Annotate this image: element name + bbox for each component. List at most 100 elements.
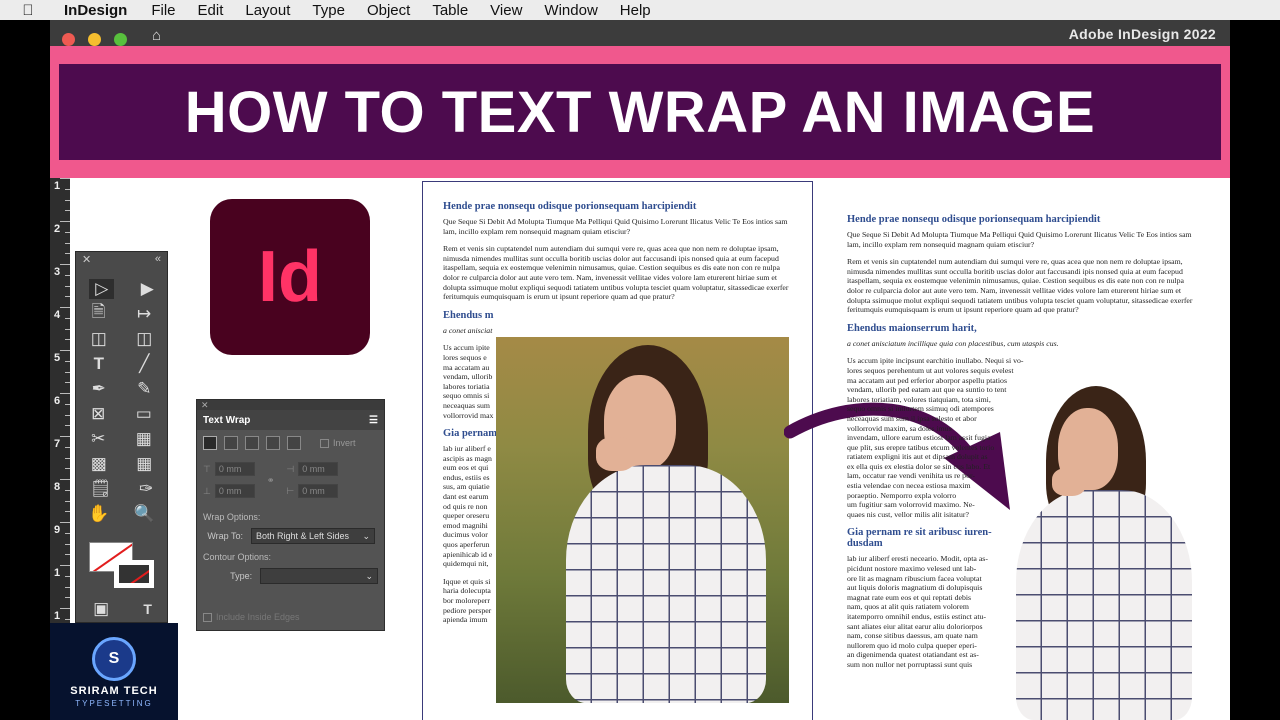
jump-next-column-icon[interactable]	[287, 436, 301, 450]
right-offset-field[interactable]: 0 mm	[298, 484, 339, 498]
formatting-container-icon[interactable]: ▣	[93, 599, 109, 619]
woman-cutout-figure	[998, 386, 1194, 720]
ruler-tick	[65, 468, 70, 470]
close-window-button[interactable]	[62, 33, 75, 46]
rectangle-tool-icon[interactable]: ▭	[136, 404, 152, 424]
ruler-tick	[65, 188, 70, 190]
wrap-offsets: ⊤ 0 mm ⊥ 0 mm ⚭ ⊣ 0 mm ⊢ 0 mm	[197, 456, 384, 498]
text-wrap-tab[interactable]: Text Wrap ☰	[197, 410, 384, 430]
bottom-offset-field[interactable]: 0 mm	[214, 484, 255, 498]
selection-tool-icon[interactable]: ▷	[89, 278, 115, 299]
ruler-tick	[60, 393, 70, 394]
ruler-tick	[65, 597, 70, 599]
text-line: um fugitiur sam volorrovid maximo. Ne-	[847, 500, 975, 510]
formatting-text-icon[interactable]: T	[143, 601, 152, 617]
wrap-to-select[interactable]: Both Right & Left Sides ⌄	[251, 528, 375, 544]
menu-layout[interactable]: Layout	[245, 2, 290, 19]
text-line: apienda imum	[443, 615, 488, 625]
text-line: lab iur aliberf eresti neceario. Modit, …	[847, 554, 988, 564]
ruler-number: 3	[54, 266, 61, 278]
wrapped-cutout-photo[interactable]	[998, 386, 1194, 720]
scissors-tool-icon[interactable]: ✂	[91, 429, 105, 449]
gradient-swatch-tool-icon[interactable]: ▩	[91, 454, 107, 474]
direct-selection-tool-icon[interactable]: ▶	[141, 279, 154, 299]
ruler-tick	[60, 221, 70, 222]
chevron-down-icon: ⌄	[365, 571, 373, 581]
page-tool-icon[interactable]: 🗎	[92, 299, 106, 328]
right-letterbox	[1230, 20, 1280, 720]
pencil-tool-icon[interactable]: ✎	[137, 379, 151, 399]
include-inside-edges-checkbox[interactable]	[203, 612, 212, 622]
menu-help[interactable]: Help	[620, 2, 651, 19]
eyedropper-tool-icon[interactable]: ✑	[139, 479, 153, 499]
ruler-tick	[65, 586, 70, 588]
text-line: poraeptio. Nemporro expla volorro	[847, 490, 957, 500]
menu-file[interactable]: File	[151, 2, 175, 19]
apple-menu-icon[interactable]: 	[0, 2, 56, 19]
ruler-tick	[60, 565, 70, 566]
gradient-feather-tool-icon[interactable]: ▦	[136, 454, 152, 474]
menu-view[interactable]: View	[490, 2, 522, 19]
free-transform-tool-icon[interactable]: ▦	[136, 429, 152, 449]
wrap-to-value: Both Right & Left Sides	[256, 531, 350, 541]
vertical-ruler[interactable]: 1 2 3 4 5 6 7 8 9 1 1 1	[50, 178, 70, 717]
minimize-window-button[interactable]	[88, 33, 101, 46]
ruler-tick	[65, 500, 70, 502]
text-line: eum eos et qui	[443, 463, 489, 473]
close-icon[interactable]: ✕	[82, 253, 91, 266]
ruler-tick	[65, 339, 70, 341]
text-line: nullorem quo id molo culpa queper eperi-	[847, 640, 977, 650]
text-line: neceaquas sum	[443, 400, 490, 410]
no-wrap-icon[interactable]	[203, 436, 217, 450]
menu-app-name[interactable]: InDesign	[64, 2, 127, 19]
left-offset-field[interactable]: 0 mm	[298, 462, 339, 476]
home-icon[interactable]: ⌂	[152, 27, 161, 44]
wrap-bounding-box-icon[interactable]	[224, 436, 238, 450]
text-line: ratiatem expligni itis aut et dipsam dol…	[847, 452, 988, 462]
paragraph-2: Rem et venis sin cuptatendel num autendi…	[443, 244, 789, 302]
text-line: vollorrovid max	[443, 410, 494, 420]
ruler-tick	[65, 532, 70, 534]
text-wrap-title: Text Wrap	[203, 414, 251, 426]
note-tool-icon[interactable]: 🗒	[90, 479, 112, 499]
panel-top-bar[interactable]: ✕	[197, 400, 384, 410]
close-icon[interactable]: ✕	[201, 400, 209, 410]
hand-tool-icon[interactable]: ✋	[88, 504, 109, 524]
placed-photo-frame[interactable]	[496, 337, 789, 703]
invert-label: Invert	[333, 438, 356, 448]
invert-checkbox[interactable]	[320, 438, 329, 448]
jump-object-icon[interactable]	[266, 436, 280, 450]
text-line: estia velendae con necea estiosa maxim	[847, 481, 971, 491]
top-offset-field[interactable]: 0 mm	[214, 462, 255, 476]
collapse-icon[interactable]: «	[155, 253, 161, 265]
zoom-tool-icon[interactable]: 🔍	[134, 504, 155, 524]
panel-menu-icon[interactable]: ☰	[369, 415, 378, 426]
contour-type-select[interactable]: ⌄	[260, 568, 378, 584]
line-tool-icon[interactable]: ╱	[139, 354, 149, 374]
ruler-tick	[60, 307, 70, 308]
menu-window[interactable]: Window	[544, 2, 597, 19]
menu-type[interactable]: Type	[312, 2, 345, 19]
wrap-object-shape-icon[interactable]	[245, 436, 259, 450]
tools-panel-header[interactable]: ✕ «	[76, 252, 167, 266]
rectangle-frame-tool-icon[interactable]: ⊠	[91, 404, 105, 424]
content-placer-icon[interactable]: ◫	[136, 329, 152, 349]
heading-2: Ehendus m	[443, 309, 494, 321]
paragraph-2: Rem et venis sin cuptatendel num autendi…	[847, 257, 1193, 315]
link-offsets-icon[interactable]: ⚭	[267, 475, 275, 486]
menu-edit[interactable]: Edit	[198, 2, 224, 19]
text-line: Us accum ipite	[443, 343, 490, 353]
type-tool-icon[interactable]: T	[94, 354, 104, 374]
text-line: pediore persper	[443, 605, 492, 615]
pen-tool-icon[interactable]: ✒	[92, 379, 106, 399]
text-line: nam, quos at alit quis ratiatem volorem	[847, 602, 969, 612]
stroke-swatch[interactable]	[114, 560, 154, 588]
gap-tool-icon[interactable]: ↦	[137, 304, 151, 324]
text-line: ex ella quis ex elestia dolor se sin cus…	[847, 461, 991, 471]
menu-object[interactable]: Object	[367, 2, 410, 19]
zoom-window-button[interactable]	[114, 33, 127, 46]
content-collector-icon[interactable]: ◫	[91, 329, 107, 349]
brand-line-2: TYPESETTING	[75, 699, 153, 708]
menu-table[interactable]: Table	[432, 2, 468, 19]
ruler-tick	[65, 253, 70, 255]
